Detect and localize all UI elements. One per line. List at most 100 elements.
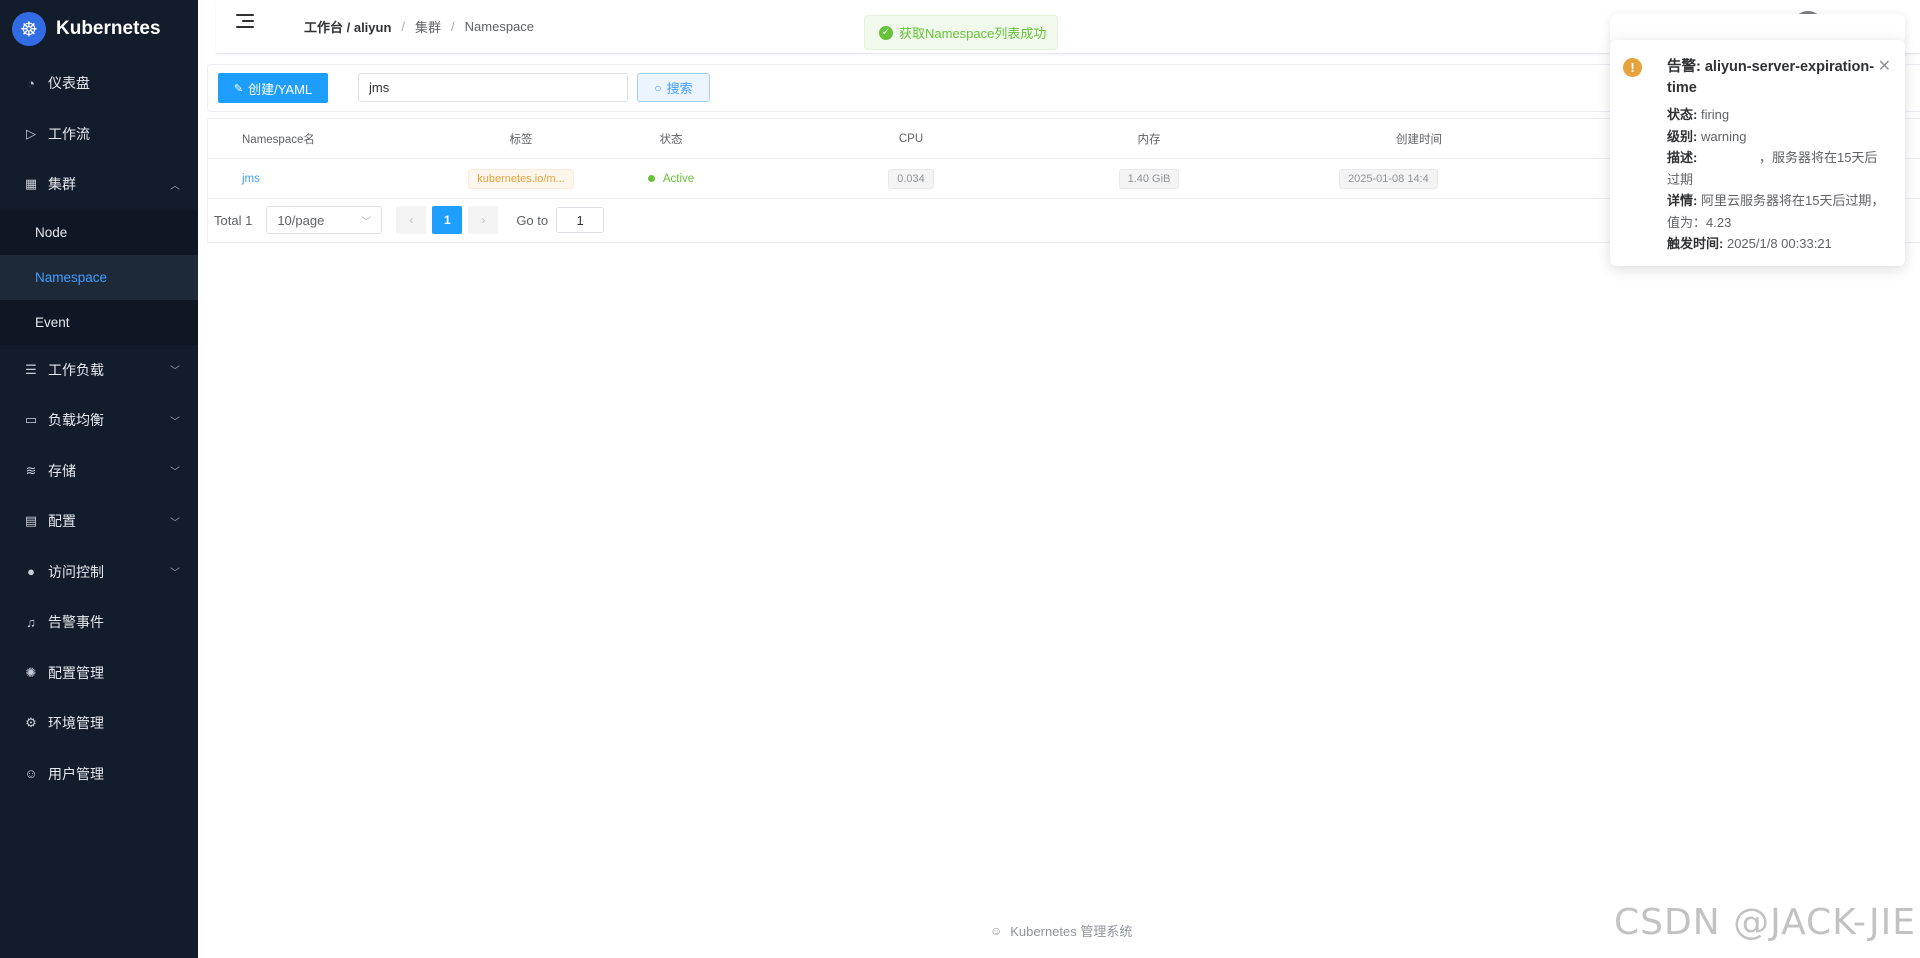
sidebar-item-env-management[interactable]: ⚙ 环境管理	[0, 698, 198, 749]
chevron-up-icon: ︿	[170, 180, 180, 192]
sidebar-item-label: Namespace	[35, 269, 108, 285]
detail-label: 详情:	[1667, 193, 1698, 208]
sidebar-item-label: 用户管理	[48, 765, 104, 782]
goto-page-input[interactable]	[556, 207, 605, 233]
status-label: 状态:	[1667, 107, 1698, 122]
breadcrumb-separator: /	[451, 19, 455, 34]
sidebar-item-event[interactable]: Event	[0, 299, 198, 345]
pagination-total: Total 1	[214, 212, 253, 228]
sliders-icon: ☰	[25, 361, 37, 377]
chevron-down-icon: ﹀	[170, 517, 180, 529]
check-circle-icon: ✓	[879, 25, 893, 40]
status-text: Active	[662, 172, 695, 185]
create-yaml-label: 创建/YAML	[248, 81, 313, 97]
chevron-right-icon: ›	[481, 213, 486, 227]
sidebar-item-config-management[interactable]: ✺ 配置管理	[0, 648, 198, 699]
alert-notification: ! ✕ 告警: aliyun-server-expiration-time 状态…	[1610, 40, 1905, 266]
column-header-labels: 标签	[509, 133, 533, 146]
sidebar-item-label: 工作流	[48, 125, 90, 142]
notification-body: 告警: aliyun-server-expiration-time 状态: fi…	[1667, 57, 1889, 255]
detail-value: 阿里云服务器将在15天后过期，值为：4.23	[1667, 193, 1885, 230]
sidebar-item-label: 配置	[48, 513, 76, 530]
sidebar-item-label: Event	[35, 314, 70, 330]
column-header-memory: 内存	[1137, 133, 1161, 146]
page-size-select[interactable]: 10/page ﹀	[266, 206, 383, 234]
success-toast: ✓ 获取Namespace列表成功	[864, 15, 1058, 50]
database-icon: ≋	[25, 462, 37, 478]
sidebar-item-label: 告警事件	[48, 614, 104, 631]
prev-page-button[interactable]: ‹	[396, 206, 427, 234]
sidebar-item-label: 仪表盘	[48, 75, 90, 92]
sidebar-item-namespace[interactable]: Namespace	[0, 254, 198, 300]
cell-labels: kubernetes.io/m...	[421, 159, 621, 198]
menu-collapse-icon[interactable]	[236, 14, 254, 30]
chevron-down-icon: ﹀	[170, 467, 180, 479]
breadcrumb-home[interactable]: 工作台 / aliyun	[304, 17, 391, 36]
notification-description: 描述: ，服务器将在15天后过期	[1667, 147, 1889, 190]
toast-text: 获取Namespace列表成功	[899, 26, 1047, 41]
sidebar-item-node[interactable]: Node	[0, 209, 198, 255]
sidebar-item-workflow[interactable]: ▷ 工作流	[0, 109, 198, 160]
sidebar-item-alert-events[interactable]: ♫ 告警事件	[0, 597, 198, 648]
play-circle-icon: ▷	[26, 125, 36, 141]
search-label: 搜索	[666, 81, 693, 96]
notification-time: 触发时间: 2025/1/8 00:33:21	[1667, 233, 1889, 255]
desc-value: ，服务器将在15天后过期	[1667, 150, 1878, 187]
brand[interactable]: ☸ Kubernetes	[0, 0, 198, 58]
sidebar-item-label: 存储	[48, 462, 76, 479]
gear-icon: ⚙	[25, 715, 37, 731]
sidebar-item-cluster[interactable]: ▦ 集群 ︿	[0, 159, 198, 210]
chevron-down-icon: ﹀	[170, 366, 180, 378]
notification-status: 状态: firing	[1667, 104, 1889, 126]
chevron-down-icon: ﹀	[170, 416, 180, 428]
breadcrumb-cluster[interactable]: 集群	[415, 17, 441, 36]
edit-icon: ✎	[233, 82, 244, 95]
created-tag: 2025-01-08 14:4	[1339, 168, 1438, 189]
namespace-link[interactable]: jms	[242, 173, 260, 185]
status-dot-icon	[647, 175, 655, 182]
goto-label: Go to	[516, 212, 549, 228]
sidebar-menu: ◔ 仪表盘 ▷ 工作流 ▦ 集群 ︿ Node Namespace Event …	[0, 58, 198, 799]
desc-label: 描述:	[1667, 150, 1698, 165]
footer: ☺ Kubernetes 管理系统	[990, 921, 1132, 940]
memory-tag: 1.40 GiB	[1118, 168, 1180, 189]
footer-text: Kubernetes 管理系统	[1010, 924, 1133, 939]
cell-memory: 1.40 GiB	[1049, 159, 1249, 198]
close-icon[interactable]: ✕	[1878, 56, 1891, 76]
chevron-left-icon: ‹	[409, 213, 414, 227]
create-yaml-button[interactable]: ✎ 创建/YAML	[218, 73, 328, 103]
sidebar-item-storage[interactable]: ≋ 存储 ﹀	[0, 446, 198, 497]
sidebar-item-dashboard[interactable]: ◔ 仪表盘	[0, 58, 198, 109]
level-value: warning	[1700, 128, 1747, 144]
label-tag[interactable]: kubernetes.io/m...	[468, 168, 574, 189]
page-number-button[interactable]: 1	[432, 206, 463, 234]
watermark: CSDN @JACK-JIE	[1614, 902, 1916, 943]
search-button[interactable]: ○ 搜索	[637, 73, 710, 102]
column-header-cpu: CPU	[898, 132, 924, 145]
search-input[interactable]	[358, 73, 628, 102]
sidebar-item-label: Node	[35, 224, 68, 240]
notification-level: 级别: warning	[1667, 126, 1889, 148]
cog-circle-icon: ✺	[25, 664, 37, 680]
sidebar-item-label: 环境管理	[48, 715, 104, 732]
cell-created: 2025-01-08 14:4	[1339, 159, 1499, 198]
pagination: Total 1 10/page ﹀ ‹ 1 › Go to	[208, 205, 908, 235]
grid-icon: ▦	[24, 176, 38, 192]
cpu-tag: 0.034	[888, 168, 934, 189]
bell-icon: ♫	[26, 614, 36, 630]
next-page-button[interactable]: ›	[468, 206, 499, 234]
notification-lines: 状态: firing 级别: warning 描述: ，服务器将在15天后过期 …	[1667, 104, 1889, 255]
time-value: 2025/1/8 00:33:21	[1726, 236, 1832, 251]
sidebar-item-access-control[interactable]: ● 访问控制 ﹀	[0, 547, 198, 598]
sidebar-item-label: 配置管理	[48, 664, 104, 681]
sidebar-item-load-balancing[interactable]: ▭ 负载均衡 ﹀	[0, 395, 198, 446]
brand-title: Kubernetes	[56, 18, 161, 39]
column-header-status: 状态	[659, 133, 683, 146]
time-label: 触发时间:	[1667, 236, 1724, 251]
sidebar-item-label: 访问控制	[48, 563, 104, 580]
sidebar-item-config[interactable]: ▤ 配置 ﹀	[0, 496, 198, 547]
sidebar-item-user-management[interactable]: ☺ 用户管理	[0, 749, 198, 800]
sidebar-item-workloads[interactable]: ☰ 工作负载 ﹀	[0, 345, 198, 396]
cell-name: jms	[208, 159, 348, 198]
search-icon: ○	[654, 80, 662, 95]
